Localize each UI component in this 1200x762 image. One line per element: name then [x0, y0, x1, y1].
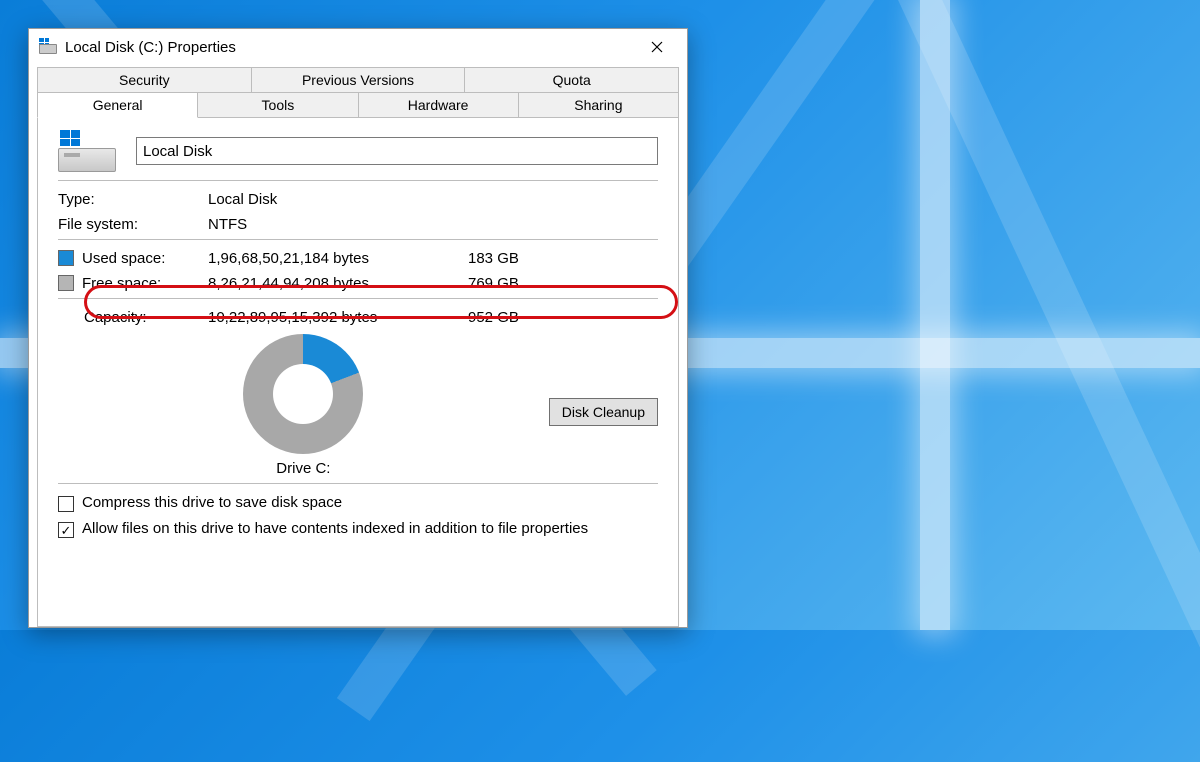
- close-icon: [651, 41, 663, 53]
- used-space-label: Used space:: [58, 250, 208, 267]
- tab-panel-general: Type: Local Disk File system: NTFS Used …: [37, 117, 679, 627]
- space-grid: Used space: 1,96,68,50,21,184 bytes 183 …: [58, 250, 658, 292]
- compress-checkbox[interactable]: [58, 496, 74, 512]
- drive-large-icon: [58, 130, 116, 172]
- properties-dialog: Local Disk (C:) Properties Security Prev…: [28, 28, 688, 628]
- wallpaper-ray: [831, 0, 1200, 762]
- tab-general[interactable]: General: [37, 92, 198, 118]
- capacity-grid: Capacity: 10,22,89,95,15,392 bytes 952 G…: [58, 309, 658, 326]
- tab-sharing[interactable]: Sharing: [519, 92, 679, 118]
- divider: [58, 298, 658, 299]
- used-gb: 183 GB: [468, 250, 588, 267]
- usage-donut-chart: [243, 334, 363, 454]
- used-bytes: 1,96,68,50,21,184 bytes: [208, 250, 468, 267]
- drive-name-input[interactable]: [136, 137, 658, 165]
- tab-hardware[interactable]: Hardware: [359, 92, 519, 118]
- tab-security[interactable]: Security: [37, 67, 252, 93]
- divider: [58, 483, 658, 484]
- index-checkbox[interactable]: ✓: [58, 522, 74, 538]
- info-grid: Type: Local Disk File system: NTFS: [58, 191, 658, 233]
- divider: [58, 180, 658, 181]
- type-label: Type:: [58, 191, 208, 208]
- tab-previous-versions[interactable]: Previous Versions: [252, 67, 466, 93]
- drive-icon: [39, 38, 57, 56]
- tabs-row-1: Security Previous Versions Quota: [37, 67, 679, 92]
- titlebar: Local Disk (C:) Properties: [29, 29, 687, 65]
- used-swatch-icon: [58, 250, 74, 266]
- free-gb: 769 GB: [468, 275, 588, 292]
- tab-quota[interactable]: Quota: [465, 67, 679, 93]
- wallpaper-cross-vertical: [920, 0, 950, 630]
- compress-label: Compress this drive to save disk space: [82, 494, 342, 511]
- close-button[interactable]: [635, 32, 679, 62]
- filesystem-value: NTFS: [208, 216, 468, 233]
- index-option[interactable]: ✓ Allow files on this drive to have cont…: [58, 520, 658, 538]
- disk-cleanup-button[interactable]: Disk Cleanup: [549, 398, 658, 426]
- capacity-label: Capacity:: [58, 309, 208, 326]
- window-title: Local Disk (C:) Properties: [65, 39, 635, 56]
- tabs-row-2: General Tools Hardware Sharing: [37, 92, 679, 117]
- divider: [58, 239, 658, 240]
- tab-tools[interactable]: Tools: [198, 92, 358, 118]
- index-label: Allow files on this drive to have conten…: [82, 520, 588, 537]
- capacity-gb: 952 GB: [468, 309, 588, 326]
- tabs: Security Previous Versions Quota General…: [29, 65, 687, 627]
- capacity-bytes: 10,22,89,95,15,392 bytes: [208, 309, 468, 326]
- free-bytes: 8,26,21,44,94,208 bytes: [208, 275, 468, 292]
- filesystem-label: File system:: [58, 216, 208, 233]
- compress-option[interactable]: Compress this drive to save disk space: [58, 494, 658, 512]
- free-space-label: Free space:: [58, 275, 208, 292]
- drive-chart-label: Drive C:: [58, 460, 549, 477]
- free-swatch-icon: [58, 275, 74, 291]
- type-value: Local Disk: [208, 191, 468, 208]
- chart-row: Drive C: Disk Cleanup: [58, 334, 658, 477]
